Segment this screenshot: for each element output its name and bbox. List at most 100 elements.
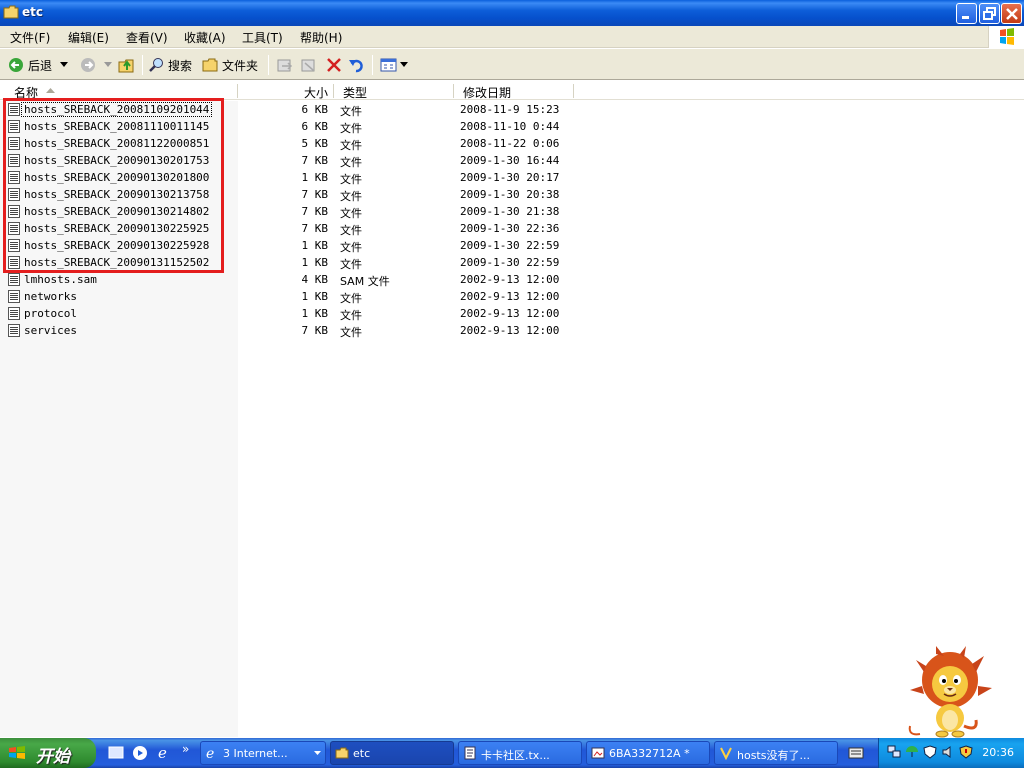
move-to-button[interactable]: [276, 54, 294, 76]
column-divider[interactable]: [453, 84, 454, 98]
notepad-icon: [464, 746, 476, 760]
back-dropdown[interactable]: [60, 54, 68, 76]
file-size: 1 KB: [301, 256, 329, 269]
file-type: 文件: [340, 122, 362, 135]
taskbar-task-notepad[interactable]: 卡卡社区.tx...: [458, 741, 582, 765]
column-type[interactable]: 类型: [343, 84, 367, 101]
security-alert-icon[interactable]: [959, 745, 973, 759]
chevron-down-icon: [104, 62, 112, 67]
file-date: 2009-1-30 16:44: [460, 154, 560, 167]
file-date: 2008-11-10 0:44: [460, 120, 560, 133]
internet-explorer-icon: e: [206, 746, 214, 760]
taskbar-task-internet[interactable]: e 3 Internet...: [200, 741, 326, 765]
file-size: 6 KB: [301, 103, 329, 116]
views-button[interactable]: [380, 54, 408, 76]
internet-explorer-icon[interactable]: e: [156, 745, 172, 761]
file-date: 2009-1-30 20:17: [460, 171, 560, 184]
shield-icon[interactable]: [923, 745, 937, 759]
file-row[interactable]: lmhosts.sam 4 KB SAM 文件 2002-9-13 12:00: [0, 271, 1024, 288]
file-size: 4 KB: [301, 273, 329, 286]
lion-mascot[interactable]: [906, 646, 998, 738]
folder-icon: [202, 58, 218, 72]
red-highlight-box: [3, 98, 224, 273]
task-label: 3 Internet...: [223, 747, 288, 760]
menu-file[interactable]: 文件(F): [8, 29, 52, 46]
image-editor-icon: [591, 747, 605, 759]
file-date: 2008-11-22 0:06: [460, 137, 560, 150]
windows-flag-icon: [1000, 28, 1014, 45]
file-type: 文件: [340, 309, 362, 322]
network-icon[interactable]: [887, 745, 901, 759]
clock[interactable]: 20:36: [982, 746, 1014, 759]
task-label: 6BA332712A *: [609, 747, 690, 760]
column-divider[interactable]: [573, 84, 574, 98]
folders-button[interactable]: 文件夹: [202, 54, 258, 76]
taskbar-task-hosts[interactable]: hosts没有了...: [714, 741, 838, 765]
undo-icon: [349, 59, 363, 73]
move-to-icon: [277, 59, 293, 72]
search-label: 搜索: [168, 58, 193, 73]
restore-button[interactable]: [979, 3, 1000, 24]
umbrella-icon[interactable]: [905, 745, 919, 759]
task-label: hosts没有了...: [737, 749, 810, 762]
back-label: 后退: [28, 58, 53, 73]
file-date: 2009-1-30 20:38: [460, 188, 560, 201]
close-icon: [1006, 8, 1018, 20]
file-row[interactable]: networks 1 KB 文件 2002-9-13 12:00: [0, 288, 1024, 305]
file-type: 文件: [340, 224, 362, 237]
taskbar-task-6ba332712a[interactable]: 6BA332712A *: [586, 741, 710, 765]
undo-button[interactable]: [348, 54, 366, 76]
menu-view[interactable]: 查看(V): [124, 29, 170, 46]
file-type: 文件: [340, 241, 362, 254]
taskbar-task-etc[interactable]: etc: [330, 741, 454, 765]
forward-dropdown[interactable]: [104, 54, 112, 76]
column-size[interactable]: 大小: [304, 84, 328, 101]
media-player-icon[interactable]: [132, 745, 148, 761]
system-tray: 20:36: [878, 738, 1024, 768]
file-icon: [8, 273, 20, 286]
file-date: 2002-9-13 12:00: [460, 307, 560, 320]
up-folder-button[interactable]: [118, 54, 136, 76]
back-arrow-icon: [9, 58, 23, 72]
column-divider[interactable]: [333, 84, 334, 98]
search-button[interactable]: 搜索: [148, 54, 192, 76]
minimize-button[interactable]: [956, 3, 977, 24]
volume-icon[interactable]: [941, 745, 955, 759]
close-button[interactable]: [1001, 3, 1022, 24]
file-row[interactable]: protocol 1 KB 文件 2002-9-13 12:00: [0, 305, 1024, 322]
quicklaunch-more-icon[interactable]: »: [182, 742, 189, 756]
file-icon: [8, 324, 20, 337]
file-type: 文件: [340, 156, 362, 169]
file-type: 文件: [340, 292, 362, 305]
svg-text:e: e: [206, 746, 214, 760]
column-date[interactable]: 修改日期: [463, 84, 511, 101]
delete-button[interactable]: [326, 54, 342, 76]
file-name: lmhosts.sam: [24, 273, 97, 286]
file-date: 2002-9-13 12:00: [460, 273, 560, 286]
menu-help[interactable]: 帮助(H): [298, 29, 344, 46]
forward-button[interactable]: [80, 54, 96, 76]
back-button[interactable]: 后退: [8, 54, 52, 76]
file-icon: [8, 307, 20, 320]
title-bar[interactable]: etc: [0, 0, 1024, 26]
restore-icon: [983, 7, 996, 20]
file-name: networks: [24, 290, 77, 303]
file-date: 2009-1-30 22:59: [460, 239, 560, 252]
file-row[interactable]: services 7 KB 文件 2002-9-13 12:00: [0, 322, 1024, 339]
menu-tools[interactable]: 工具(T): [240, 29, 285, 46]
start-label: 开始: [36, 747, 70, 767]
menu-edit[interactable]: 编辑(E): [66, 29, 111, 46]
keyboard-language-icon[interactable]: [848, 746, 864, 760]
copy-to-button[interactable]: [300, 54, 318, 76]
menu-favorites[interactable]: 收藏(A): [182, 29, 228, 46]
show-desktop-icon[interactable]: [108, 745, 124, 761]
column-divider[interactable]: [237, 84, 238, 98]
search-icon: [149, 58, 163, 72]
folder-icon: [335, 747, 349, 759]
file-date: 2009-1-30 22:59: [460, 256, 560, 269]
start-button[interactable]: 开始: [0, 738, 96, 768]
file-name: protocol: [24, 307, 77, 320]
file-size: 1 KB: [301, 307, 329, 320]
minimize-icon: [962, 16, 969, 19]
file-size: 6 KB: [301, 120, 329, 133]
